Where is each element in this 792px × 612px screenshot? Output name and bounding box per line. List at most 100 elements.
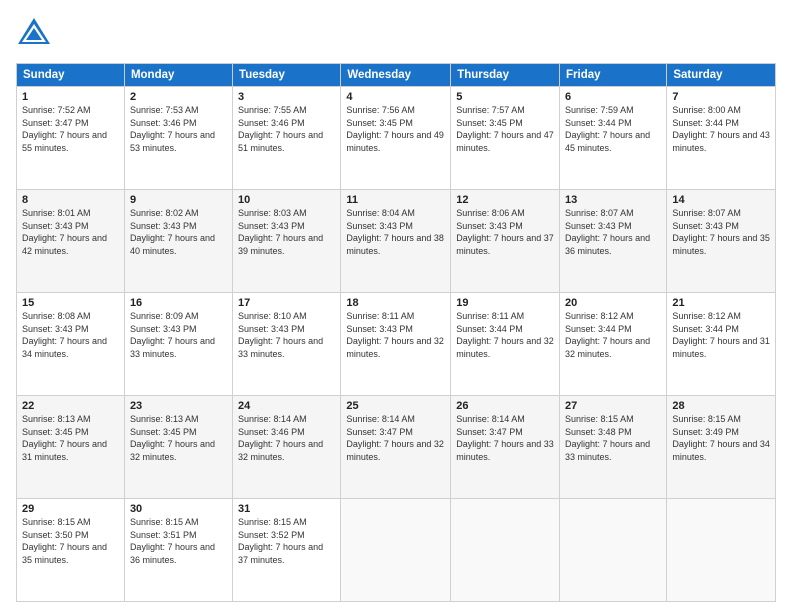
day-number: 22 xyxy=(22,400,119,412)
table-row: 23 Sunrise: 8:13 AMSunset: 3:45 PMDaylig… xyxy=(124,396,232,499)
day-number: 3 xyxy=(238,91,335,103)
day-info: Sunrise: 8:12 AMSunset: 3:44 PMDaylight:… xyxy=(672,311,770,359)
day-number: 28 xyxy=(672,400,770,412)
day-number: 4 xyxy=(346,91,445,103)
table-row xyxy=(667,499,776,602)
calendar-header-sunday: Sunday xyxy=(17,64,125,87)
table-row: 7 Sunrise: 8:00 AMSunset: 3:44 PMDayligh… xyxy=(667,87,776,190)
day-info: Sunrise: 8:07 AMSunset: 3:43 PMDaylight:… xyxy=(672,208,770,256)
calendar-body: 1 Sunrise: 7:52 AMSunset: 3:47 PMDayligh… xyxy=(17,87,776,602)
day-info: Sunrise: 8:00 AMSunset: 3:44 PMDaylight:… xyxy=(672,105,770,153)
day-number: 17 xyxy=(238,297,335,309)
day-number: 1 xyxy=(22,91,119,103)
day-number: 10 xyxy=(238,194,335,206)
day-number: 5 xyxy=(456,91,554,103)
table-row: 3 Sunrise: 7:55 AMSunset: 3:46 PMDayligh… xyxy=(233,87,341,190)
calendar-header-friday: Friday xyxy=(560,64,667,87)
day-info: Sunrise: 7:52 AMSunset: 3:47 PMDaylight:… xyxy=(22,105,107,153)
calendar-header-tuesday: Tuesday xyxy=(233,64,341,87)
day-info: Sunrise: 7:55 AMSunset: 3:46 PMDaylight:… xyxy=(238,105,323,153)
day-number: 29 xyxy=(22,503,119,515)
day-number: 30 xyxy=(130,503,227,515)
table-row: 17 Sunrise: 8:10 AMSunset: 3:43 PMDaylig… xyxy=(233,293,341,396)
day-number: 23 xyxy=(130,400,227,412)
table-row: 1 Sunrise: 7:52 AMSunset: 3:47 PMDayligh… xyxy=(17,87,125,190)
table-row: 13 Sunrise: 8:07 AMSunset: 3:43 PMDaylig… xyxy=(560,190,667,293)
table-row xyxy=(560,499,667,602)
day-info: Sunrise: 7:56 AMSunset: 3:45 PMDaylight:… xyxy=(346,105,444,153)
day-number: 2 xyxy=(130,91,227,103)
day-number: 16 xyxy=(130,297,227,309)
table-row: 22 Sunrise: 8:13 AMSunset: 3:45 PMDaylig… xyxy=(17,396,125,499)
calendar-week-1: 1 Sunrise: 7:52 AMSunset: 3:47 PMDayligh… xyxy=(17,87,776,190)
day-number: 26 xyxy=(456,400,554,412)
page: SundayMondayTuesdayWednesdayThursdayFrid… xyxy=(0,0,792,612)
day-info: Sunrise: 8:15 AMSunset: 3:49 PMDaylight:… xyxy=(672,414,770,462)
day-info: Sunrise: 8:06 AMSunset: 3:43 PMDaylight:… xyxy=(456,208,554,256)
day-info: Sunrise: 8:09 AMSunset: 3:43 PMDaylight:… xyxy=(130,311,215,359)
day-number: 20 xyxy=(565,297,661,309)
table-row: 18 Sunrise: 8:11 AMSunset: 3:43 PMDaylig… xyxy=(341,293,451,396)
table-row: 10 Sunrise: 8:03 AMSunset: 3:43 PMDaylig… xyxy=(233,190,341,293)
table-row: 12 Sunrise: 8:06 AMSunset: 3:43 PMDaylig… xyxy=(451,190,560,293)
table-row: 6 Sunrise: 7:59 AMSunset: 3:44 PMDayligh… xyxy=(560,87,667,190)
day-info: Sunrise: 8:03 AMSunset: 3:43 PMDaylight:… xyxy=(238,208,323,256)
table-row: 14 Sunrise: 8:07 AMSunset: 3:43 PMDaylig… xyxy=(667,190,776,293)
calendar-week-2: 8 Sunrise: 8:01 AMSunset: 3:43 PMDayligh… xyxy=(17,190,776,293)
day-info: Sunrise: 8:02 AMSunset: 3:43 PMDaylight:… xyxy=(130,208,215,256)
day-number: 7 xyxy=(672,91,770,103)
calendar-header-wednesday: Wednesday xyxy=(341,64,451,87)
day-info: Sunrise: 7:53 AMSunset: 3:46 PMDaylight:… xyxy=(130,105,215,153)
day-number: 27 xyxy=(565,400,661,412)
calendar-table: SundayMondayTuesdayWednesdayThursdayFrid… xyxy=(16,63,776,602)
calendar-header-row: SundayMondayTuesdayWednesdayThursdayFrid… xyxy=(17,64,776,87)
table-row: 11 Sunrise: 8:04 AMSunset: 3:43 PMDaylig… xyxy=(341,190,451,293)
table-row: 29 Sunrise: 8:15 AMSunset: 3:50 PMDaylig… xyxy=(17,499,125,602)
calendar-header-thursday: Thursday xyxy=(451,64,560,87)
calendar-header-monday: Monday xyxy=(124,64,232,87)
table-row: 19 Sunrise: 8:11 AMSunset: 3:44 PMDaylig… xyxy=(451,293,560,396)
table-row: 28 Sunrise: 8:15 AMSunset: 3:49 PMDaylig… xyxy=(667,396,776,499)
day-number: 14 xyxy=(672,194,770,206)
table-row: 30 Sunrise: 8:15 AMSunset: 3:51 PMDaylig… xyxy=(124,499,232,602)
day-number: 8 xyxy=(22,194,119,206)
day-number: 9 xyxy=(130,194,227,206)
day-info: Sunrise: 8:07 AMSunset: 3:43 PMDaylight:… xyxy=(565,208,650,256)
day-info: Sunrise: 8:10 AMSunset: 3:43 PMDaylight:… xyxy=(238,311,323,359)
day-info: Sunrise: 8:14 AMSunset: 3:47 PMDaylight:… xyxy=(456,414,554,462)
day-number: 24 xyxy=(238,400,335,412)
table-row: 4 Sunrise: 7:56 AMSunset: 3:45 PMDayligh… xyxy=(341,87,451,190)
table-row: 9 Sunrise: 8:02 AMSunset: 3:43 PMDayligh… xyxy=(124,190,232,293)
calendar-week-3: 15 Sunrise: 8:08 AMSunset: 3:43 PMDaylig… xyxy=(17,293,776,396)
table-row: 16 Sunrise: 8:09 AMSunset: 3:43 PMDaylig… xyxy=(124,293,232,396)
day-number: 19 xyxy=(456,297,554,309)
day-info: Sunrise: 8:13 AMSunset: 3:45 PMDaylight:… xyxy=(130,414,215,462)
day-info: Sunrise: 8:01 AMSunset: 3:43 PMDaylight:… xyxy=(22,208,107,256)
table-row: 26 Sunrise: 8:14 AMSunset: 3:47 PMDaylig… xyxy=(451,396,560,499)
day-info: Sunrise: 8:15 AMSunset: 3:52 PMDaylight:… xyxy=(238,517,323,565)
day-info: Sunrise: 8:11 AMSunset: 3:43 PMDaylight:… xyxy=(346,311,444,359)
day-number: 25 xyxy=(346,400,445,412)
table-row: 24 Sunrise: 8:14 AMSunset: 3:46 PMDaylig… xyxy=(233,396,341,499)
calendar-header-saturday: Saturday xyxy=(667,64,776,87)
table-row: 15 Sunrise: 8:08 AMSunset: 3:43 PMDaylig… xyxy=(17,293,125,396)
calendar-week-5: 29 Sunrise: 8:15 AMSunset: 3:50 PMDaylig… xyxy=(17,499,776,602)
calendar-week-4: 22 Sunrise: 8:13 AMSunset: 3:45 PMDaylig… xyxy=(17,396,776,499)
day-info: Sunrise: 7:57 AMSunset: 3:45 PMDaylight:… xyxy=(456,105,554,153)
table-row: 2 Sunrise: 7:53 AMSunset: 3:46 PMDayligh… xyxy=(124,87,232,190)
day-info: Sunrise: 8:04 AMSunset: 3:43 PMDaylight:… xyxy=(346,208,444,256)
table-row: 5 Sunrise: 7:57 AMSunset: 3:45 PMDayligh… xyxy=(451,87,560,190)
day-info: Sunrise: 8:15 AMSunset: 3:50 PMDaylight:… xyxy=(22,517,107,565)
table-row: 8 Sunrise: 8:01 AMSunset: 3:43 PMDayligh… xyxy=(17,190,125,293)
table-row xyxy=(451,499,560,602)
day-info: Sunrise: 8:13 AMSunset: 3:45 PMDaylight:… xyxy=(22,414,107,462)
day-info: Sunrise: 8:12 AMSunset: 3:44 PMDaylight:… xyxy=(565,311,650,359)
day-number: 12 xyxy=(456,194,554,206)
logo xyxy=(16,16,56,53)
day-number: 15 xyxy=(22,297,119,309)
day-number: 11 xyxy=(346,194,445,206)
day-number: 18 xyxy=(346,297,445,309)
day-info: Sunrise: 8:08 AMSunset: 3:43 PMDaylight:… xyxy=(22,311,107,359)
header xyxy=(16,16,776,53)
logo-icon xyxy=(16,16,52,48)
